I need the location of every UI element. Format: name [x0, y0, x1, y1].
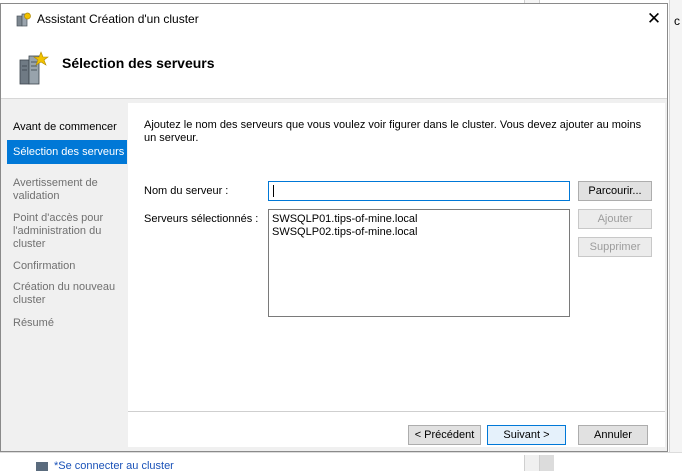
server-cluster-icon	[17, 50, 49, 86]
nav-step-create-cluster: Création du nouveau cluster	[13, 281, 116, 306]
remove-button[interactable]: Supprimer	[578, 237, 652, 257]
footer-divider	[128, 411, 665, 412]
next-button[interactable]: Suivant >	[487, 425, 566, 445]
nav-step-before-you-begin[interactable]: Avant de commencer	[7, 121, 127, 134]
background-text: c	[674, 14, 680, 28]
browse-button[interactable]: Parcourir...	[578, 181, 652, 201]
background-scrollbar-bottom	[524, 455, 540, 471]
list-item[interactable]: SWSQLP02.tips-of-mine.local	[272, 226, 418, 239]
wizard-content: Ajoutez le nom des serveurs que vous vou…	[128, 103, 665, 447]
window-title: Assistant Création d'un cluster	[37, 12, 199, 26]
cluster-wizard-icon	[15, 12, 31, 28]
close-button[interactable]: ✕	[643, 8, 665, 30]
list-item[interactable]: SWSQLP01.tips-of-mine.local	[272, 213, 418, 226]
page-title: Sélection des serveurs	[62, 55, 215, 71]
text-caret	[273, 185, 274, 197]
cancel-button[interactable]: Annuler	[578, 425, 648, 445]
previous-button[interactable]: < Précédent	[408, 425, 481, 445]
background-scrollbar-thumb	[540, 455, 554, 471]
background-window-edge	[669, 0, 682, 471]
nav-step-access-point: Point d'accès pour l'administration du c…	[13, 212, 104, 250]
title-bar: Assistant Création d'un cluster ✕	[1, 4, 667, 34]
add-button[interactable]: Ajouter	[578, 209, 652, 229]
selected-servers-label: Serveurs sélectionnés :	[144, 213, 259, 225]
nav-step-summary: Résumé	[13, 317, 54, 329]
server-name-input[interactable]	[268, 181, 570, 201]
server-name-label: Nom du serveur :	[144, 185, 229, 197]
connect-cluster-link[interactable]: *Se connecter au cluster	[54, 460, 174, 472]
wizard-header: Sélection des serveurs	[1, 34, 667, 99]
selected-servers-list[interactable]: SWSQLP01.tips-of-mine.local SWSQLP02.tip…	[268, 209, 570, 317]
close-icon: ✕	[646, 9, 662, 28]
wizard-steps-nav: Avant de commencer Sélection des serveur…	[7, 103, 127, 447]
nav-step-confirmation: Confirmation	[13, 260, 76, 272]
instructions-text: Ajoutez le nom des serveurs que vous vou…	[144, 119, 642, 144]
create-cluster-wizard: Assistant Création d'un cluster ✕ Sélect…	[0, 3, 668, 452]
cluster-icon	[36, 462, 48, 471]
nav-step-validation-warning: Avertissement de validation	[13, 177, 98, 202]
nav-step-select-servers[interactable]: Sélection des serveurs	[7, 140, 127, 164]
